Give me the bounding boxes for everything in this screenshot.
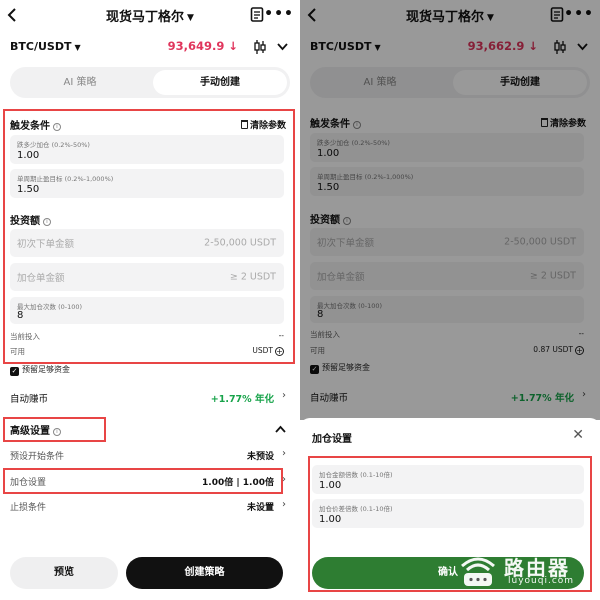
pair-row: BTC/USDT ▼ 93,649.9 ↓: [10, 38, 290, 58]
top-bar: 现货马丁格尔 ▼ •••: [0, 0, 300, 34]
auto-earn-value: +1.77% 年化: [210, 394, 274, 405]
chevron-down-icon[interactable]: [277, 42, 288, 51]
caret-down-icon: ▼: [187, 13, 194, 23]
chevron-right-icon: ›: [282, 448, 286, 459]
create-strategy-button[interactable]: 创建策略: [126, 557, 283, 589]
auto-earn-row[interactable]: 自动赚币 +1.77% 年化 ›: [10, 390, 286, 405]
caret-down-icon: ▼: [74, 43, 81, 52]
chevron-right-icon: ›: [282, 499, 286, 510]
reserve-funds-label: 预留足够资金: [22, 365, 70, 374]
stop-loss-label: 止损条件: [10, 503, 47, 513]
left-screen: 现货马丁格尔 ▼ ••• BTC/USDT ▼ 93,649.9 ↓ AI 策略 手…: [0, 0, 300, 600]
chevron-right-icon: ›: [282, 390, 286, 401]
page-title-text: 现货马丁格尔: [106, 10, 185, 25]
document-icon[interactable]: [250, 7, 264, 22]
sheet-title: 加仓设置: [312, 434, 352, 445]
price: 93,649.9 ↓: [167, 39, 238, 53]
preset-start-row[interactable]: 预设开始条件 未预设 ›: [10, 448, 286, 462]
highlight-box: [3, 109, 295, 364]
more-icon[interactable]: •••: [264, 6, 294, 22]
right-screen: 现货马丁格尔 ▼ ••• BTC/USDT ▼ 93,662.9 ↓ AI 策略 手…: [300, 0, 600, 600]
dim-overlay[interactable]: [300, 0, 600, 420]
tab-manual-create[interactable]: 手动创建: [153, 70, 287, 95]
preview-button[interactable]: 预览: [10, 557, 118, 589]
pair-text: BTC/USDT: [10, 40, 72, 53]
checkbox-checked-icon: ✓: [10, 367, 19, 376]
router-logo-icon: [461, 557, 495, 586]
preset-start-label: 预设开始条件: [10, 452, 65, 462]
watermark-url: luyouqi.com: [508, 576, 575, 586]
preset-start-value: 未预设: [246, 452, 274, 462]
close-icon[interactable]: ✕: [572, 427, 584, 443]
stop-loss-value: 未设置: [246, 503, 274, 513]
auto-earn-label: 自动赚币: [10, 394, 49, 405]
pair-selector[interactable]: BTC/USDT ▼: [10, 40, 81, 53]
strategy-tabs: AI 策略 手动创建: [10, 67, 290, 98]
tab-ai-strategy[interactable]: AI 策略: [13, 70, 147, 95]
watermark: 路由器 luyouqi.com: [458, 550, 596, 590]
reserve-funds-checkbox[interactable]: ✓ 预留足够资金: [10, 364, 70, 376]
candlestick-icon[interactable]: [252, 39, 268, 55]
highlight-box: [3, 468, 283, 494]
chevron-up-icon[interactable]: [275, 425, 286, 433]
highlight-box: [3, 417, 106, 442]
stop-loss-row[interactable]: 止损条件 未设置 ›: [10, 499, 286, 513]
